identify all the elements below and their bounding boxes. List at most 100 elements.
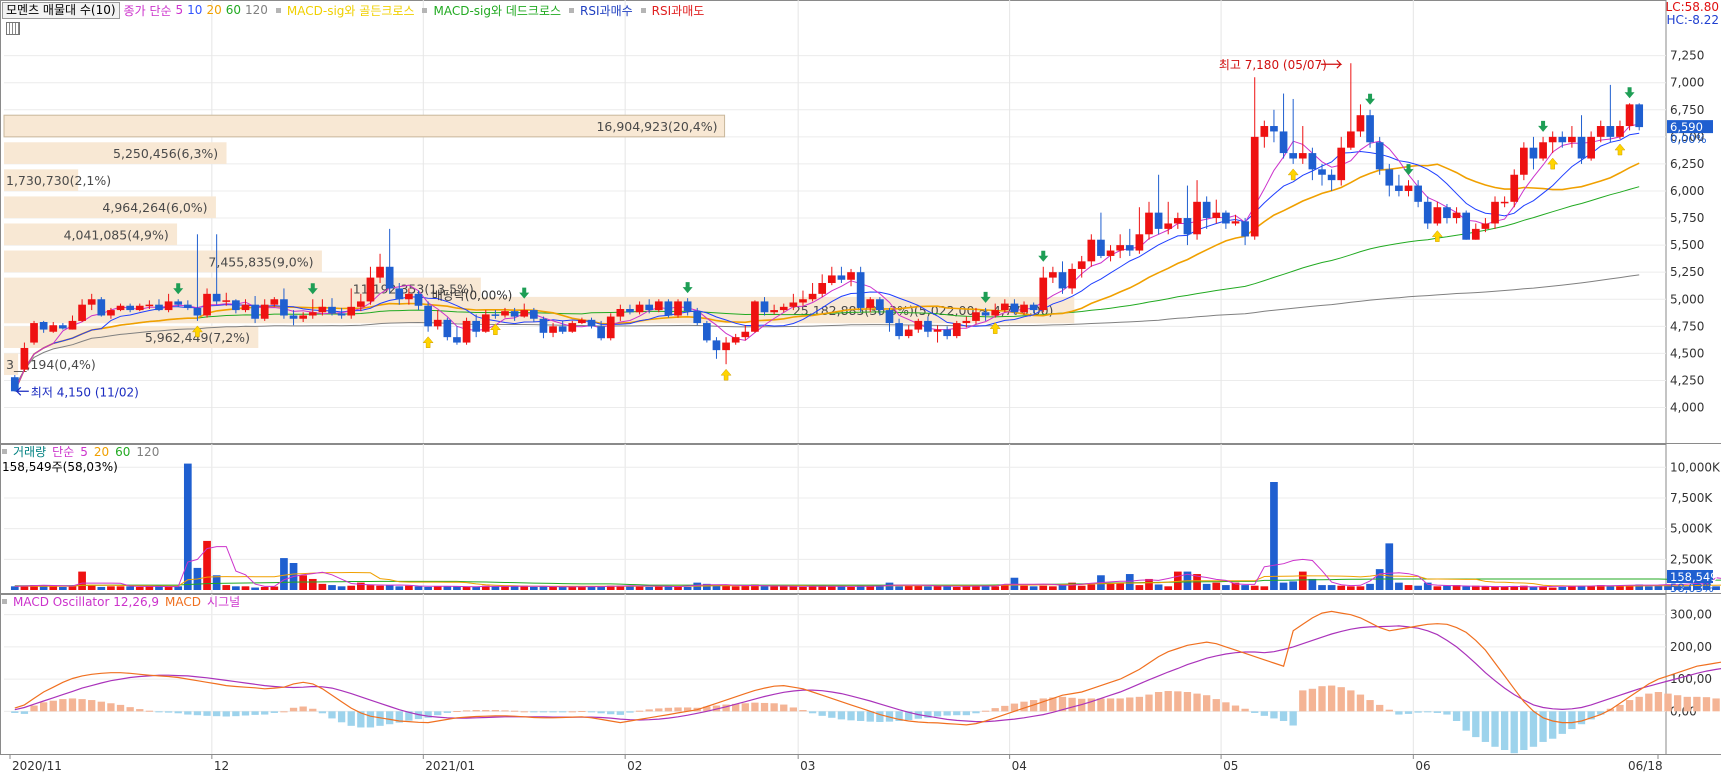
macd-tick-label: 200,00 xyxy=(1670,640,1712,654)
macd-oscillator-bar xyxy=(88,700,96,712)
volume-bar xyxy=(827,586,836,590)
legend-checkbox-icon[interactable] xyxy=(569,7,575,13)
volume-bar xyxy=(337,586,346,590)
volume-tick-label: 2,500K xyxy=(1670,552,1713,566)
macd-oscillator-bar xyxy=(1356,694,1365,712)
macd-oscillator-bar xyxy=(39,702,48,712)
macd-oscillator-bar xyxy=(1702,697,1711,712)
candle-body xyxy=(1539,142,1547,159)
volume-bar xyxy=(1298,571,1307,590)
legend-item[interactable]: MACD-sig와 골든크로스 xyxy=(287,2,415,19)
candle-body xyxy=(799,299,807,303)
macd-oscillator-bar xyxy=(251,711,259,715)
volume-bar xyxy=(164,586,173,590)
dividend-annotation: 배당락(0,00%) xyxy=(432,288,513,302)
volume-bar xyxy=(232,586,240,590)
indicator-title-box[interactable]: 모멘츠 매물대 수(10) xyxy=(2,1,120,19)
macd-oscillator-bar xyxy=(491,710,500,712)
volume-bar xyxy=(308,578,317,590)
candle-body xyxy=(558,326,567,332)
macd-oscillator-bar xyxy=(49,700,57,712)
volume-legend-item[interactable]: 5 xyxy=(80,445,88,459)
volume-legend-item[interactable]: 60 xyxy=(115,445,130,459)
macd-oscillator-bar xyxy=(1001,705,1009,712)
candle-body xyxy=(472,320,481,332)
candle-body xyxy=(770,310,778,313)
price-tick-label: 4,500 xyxy=(1670,346,1704,360)
volume-bar xyxy=(866,586,875,590)
legend-checkbox-icon[interactable] xyxy=(275,7,281,13)
macd-oscillator-bar xyxy=(1481,711,1490,742)
legend-item[interactable]: 60 xyxy=(226,3,241,17)
macd-oscillator-bar xyxy=(1433,711,1441,713)
macd-oscillator-bar xyxy=(1693,696,1701,712)
legend-checkbox-icon[interactable] xyxy=(640,7,646,13)
legend-checkbox-icon[interactable] xyxy=(422,7,428,13)
legend-item[interactable]: 5 xyxy=(176,3,184,17)
macd-oscillator-bar xyxy=(1664,693,1672,712)
x-tick-label: 02 xyxy=(627,759,642,773)
candle-body xyxy=(1029,304,1038,311)
volume-bar xyxy=(578,586,586,590)
candle-body xyxy=(414,293,423,306)
price-tick-label: 5,250 xyxy=(1670,265,1704,279)
candle-body xyxy=(203,293,211,316)
price-tick-label: 5,500 xyxy=(1670,238,1704,252)
volume-bar xyxy=(1414,585,1422,590)
candle-body xyxy=(1625,104,1634,127)
candle-body xyxy=(1375,142,1384,170)
macd-oscillator-bar xyxy=(347,711,355,726)
candle-body xyxy=(952,323,961,337)
macd-oscillator-bar xyxy=(1308,688,1317,712)
candle-body xyxy=(212,293,221,302)
macd-oscillator-bar xyxy=(1020,701,1028,712)
volume-tick-label: 5,000K xyxy=(1670,522,1713,536)
volume-legend-item[interactable]: 20 xyxy=(94,445,109,459)
candle-body xyxy=(366,277,375,302)
legend-item[interactable]: 20 xyxy=(206,3,221,17)
volume-bar xyxy=(981,586,990,590)
volume-bar xyxy=(529,586,538,590)
volume-bar xyxy=(558,586,567,590)
price-tick-label: 4,000 xyxy=(1670,401,1704,415)
volume-bar xyxy=(1423,582,1432,590)
legend-item[interactable]: MACD-sig와 데드크로스 xyxy=(433,2,561,19)
x-tick-label: 2021/01 xyxy=(425,759,475,773)
macd-legend-item[interactable]: MACD xyxy=(165,595,201,609)
legend-checkbox-icon[interactable] xyxy=(2,599,7,604)
macd-oscillator-bar xyxy=(799,710,807,712)
macd-legend-item[interactable]: 시그널 xyxy=(207,593,240,610)
candle-body xyxy=(376,266,384,278)
grid-tool-icon[interactable] xyxy=(6,22,20,35)
price-tick-label: 6,250 xyxy=(1670,157,1704,171)
candle-body xyxy=(280,299,288,316)
candle-body xyxy=(193,307,202,316)
macd-legend-item[interactable]: MACD Oscillator 12,26,9 xyxy=(13,595,159,609)
macd-tick-label: 300,00 xyxy=(1670,608,1712,622)
candle-body xyxy=(1500,201,1509,204)
candle-body xyxy=(1000,303,1009,311)
volume-bar xyxy=(1087,584,1096,590)
legend-item[interactable]: 종가 단순 xyxy=(124,2,172,19)
candle-body xyxy=(491,314,500,316)
macd-oscillator-bar xyxy=(559,711,567,713)
candle-body xyxy=(568,323,577,332)
candle-body xyxy=(789,302,798,307)
legend-checkbox-icon[interactable] xyxy=(2,449,7,454)
macd-oscillator-bar xyxy=(241,711,250,716)
candle-body xyxy=(751,301,759,332)
volume-legend-item[interactable]: 120 xyxy=(136,445,159,459)
candle-body xyxy=(626,308,634,313)
legend-item[interactable]: 10 xyxy=(187,3,202,17)
volume-bar xyxy=(107,586,115,590)
macd-oscillator-bar xyxy=(616,711,624,715)
legend-item[interactable]: RSI과매도 xyxy=(652,2,705,19)
candle-body xyxy=(260,304,269,319)
macd-oscillator-bar xyxy=(1395,711,1403,715)
macd-oscillator-bar xyxy=(501,710,509,712)
legend-item[interactable]: 120 xyxy=(245,3,268,17)
candle-body xyxy=(1529,147,1538,159)
legend-item[interactable]: RSI과매수 xyxy=(580,2,633,19)
volume-bar xyxy=(770,586,778,590)
volume-bar xyxy=(1164,586,1173,590)
